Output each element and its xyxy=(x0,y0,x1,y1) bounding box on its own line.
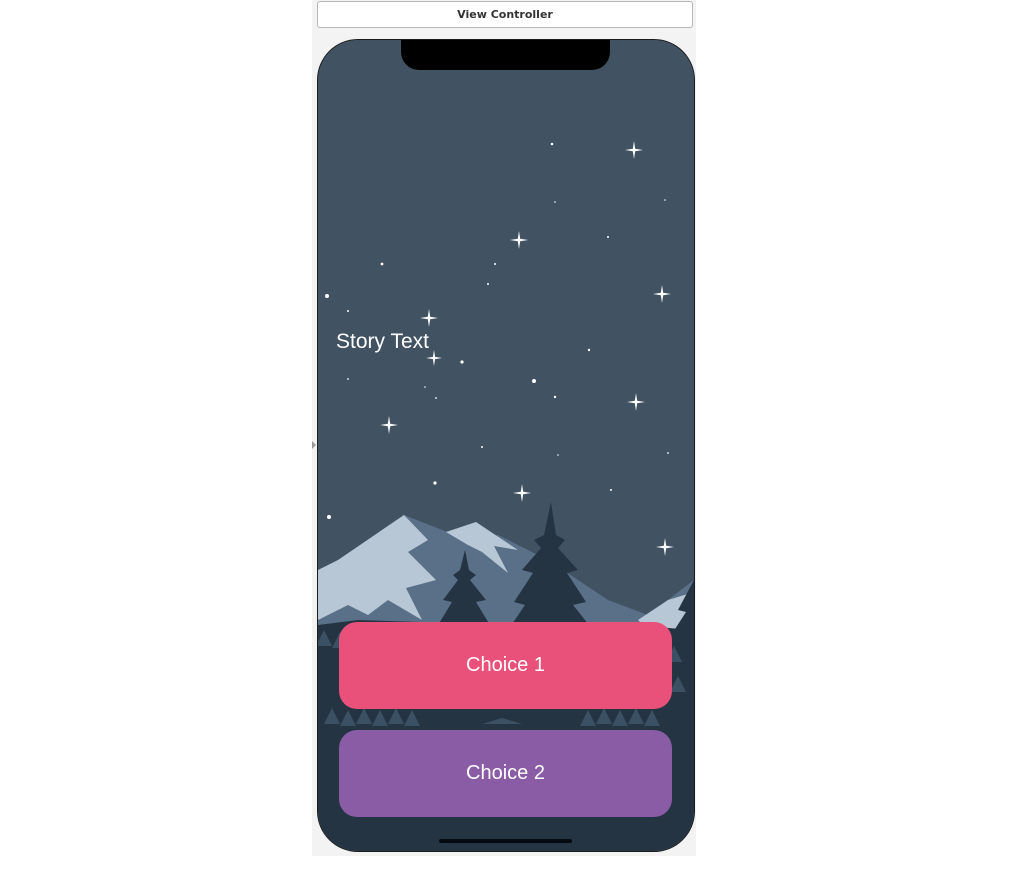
device-screen: Story Text Choice 1 Choice 2 xyxy=(318,40,694,851)
device-notch xyxy=(401,40,610,70)
entry-point-arrow-icon[interactable] xyxy=(312,441,316,449)
home-indicator[interactable] xyxy=(439,839,572,843)
view-controller-title-bar[interactable]: View Controller xyxy=(317,1,693,28)
view-controller-title: View Controller xyxy=(457,8,553,21)
choice-2-button[interactable]: Choice 2 xyxy=(339,730,672,817)
story-text-label: Story Text xyxy=(336,330,429,353)
choice-1-button[interactable]: Choice 1 xyxy=(339,622,672,709)
